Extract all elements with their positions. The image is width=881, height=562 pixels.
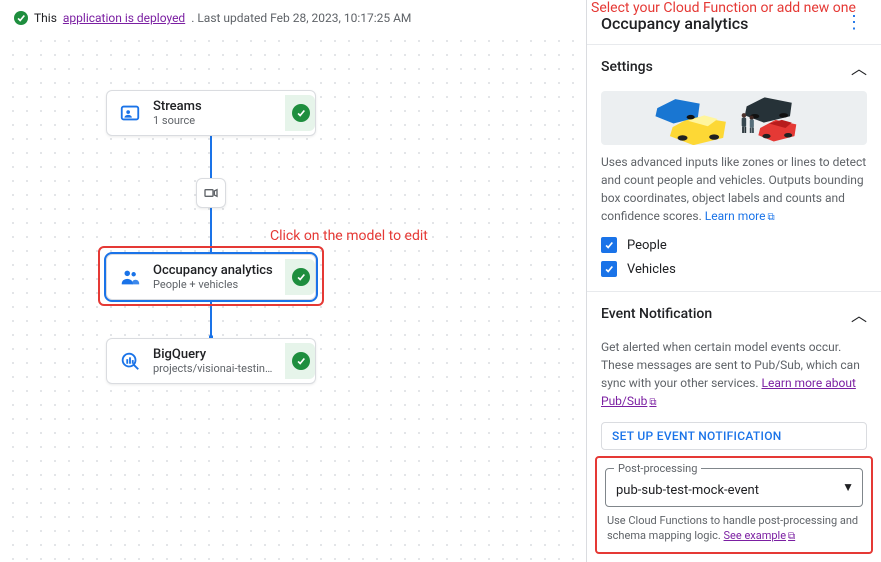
event-description: Get alerted when certain model events oc… bbox=[587, 332, 881, 418]
status-suffix: . Last updated Feb 28, 2023, 10:17:25 AM bbox=[191, 11, 411, 25]
bigquery-icon bbox=[117, 348, 143, 374]
settings-label: Settings bbox=[601, 59, 653, 75]
checkbox-icon bbox=[601, 261, 617, 277]
people-icon bbox=[117, 264, 143, 290]
chevron-up-icon: ︿ bbox=[851, 55, 867, 79]
setup-event-button[interactable]: SET UP EVENT NOTIFICATION bbox=[601, 422, 867, 450]
caret-down-icon: ▼ bbox=[842, 480, 854, 494]
node-streams[interactable]: Streams 1 source bbox=[106, 90, 316, 136]
external-icon: ⧉ bbox=[788, 531, 795, 542]
node-subtitle: projects/visionai-testing-stabl... bbox=[153, 362, 275, 375]
deployed-link[interactable]: application is deployed bbox=[63, 11, 185, 25]
node-title: Occupancy analytics bbox=[153, 263, 275, 278]
video-user-icon bbox=[117, 100, 143, 126]
checkbox-icon bbox=[601, 237, 617, 253]
field-value: pub-sub-test-mock-event bbox=[616, 483, 759, 498]
status-ok bbox=[285, 343, 315, 379]
node-bigquery[interactable]: BigQuery projects/visionai-testing-stabl… bbox=[106, 338, 316, 384]
checkbox-label: People bbox=[627, 238, 667, 253]
post-processing-helper: Use Cloud Functions to handle post-proce… bbox=[605, 507, 863, 544]
field-label: Post-processing bbox=[614, 462, 701, 475]
status-ok bbox=[285, 95, 315, 131]
checkbox-people-row[interactable]: People bbox=[587, 233, 881, 257]
event-label: Event Notification bbox=[601, 306, 712, 322]
settings-description: Uses advanced inputs like zones or lines… bbox=[587, 153, 881, 233]
external-icon: ⧉ bbox=[649, 397, 656, 408]
stream-knob[interactable] bbox=[196, 178, 226, 208]
graph-canvas[interactable]: This application is deployed . Last updat… bbox=[0, 0, 586, 562]
annotation-select-cf: Select your Cloud Function or add new on… bbox=[587, 0, 856, 19]
node-subtitle: 1 source bbox=[153, 114, 275, 127]
status-ok bbox=[285, 259, 315, 295]
checkbox-label: Vehicles bbox=[627, 262, 676, 277]
settings-header[interactable]: Settings ︿ bbox=[587, 45, 881, 85]
node-occupancy[interactable]: Occupancy analytics People + vehicles bbox=[106, 254, 316, 300]
checkbox-vehicles-row[interactable]: Vehicles bbox=[587, 257, 881, 281]
node-title: Streams bbox=[153, 99, 275, 114]
node-title: BigQuery bbox=[153, 347, 275, 362]
details-panel: Occupancy analytics ⋮ Settings ︿ bbox=[586, 0, 881, 562]
learn-more-link[interactable]: Learn more⧉ bbox=[705, 209, 775, 223]
annotation-edit-model: Click on the model to edit bbox=[270, 228, 428, 244]
node-subtitle: People + vehicles bbox=[153, 278, 275, 291]
event-notification-header[interactable]: Event Notification ︿ bbox=[587, 292, 881, 332]
see-example-link[interactable]: See example⧉ bbox=[724, 529, 796, 542]
highlight-post-processing: Post-processing pub-sub-test-mock-event … bbox=[595, 456, 873, 554]
status-prefix: This bbox=[34, 11, 57, 25]
deploy-status-bar: This application is deployed . Last updat… bbox=[10, 10, 576, 29]
external-icon: ⧉ bbox=[767, 212, 774, 223]
illustration bbox=[601, 91, 867, 145]
chevron-up-icon: ︿ bbox=[851, 302, 867, 326]
success-icon bbox=[14, 11, 28, 25]
post-processing-select[interactable]: Post-processing pub-sub-test-mock-event … bbox=[605, 468, 863, 507]
